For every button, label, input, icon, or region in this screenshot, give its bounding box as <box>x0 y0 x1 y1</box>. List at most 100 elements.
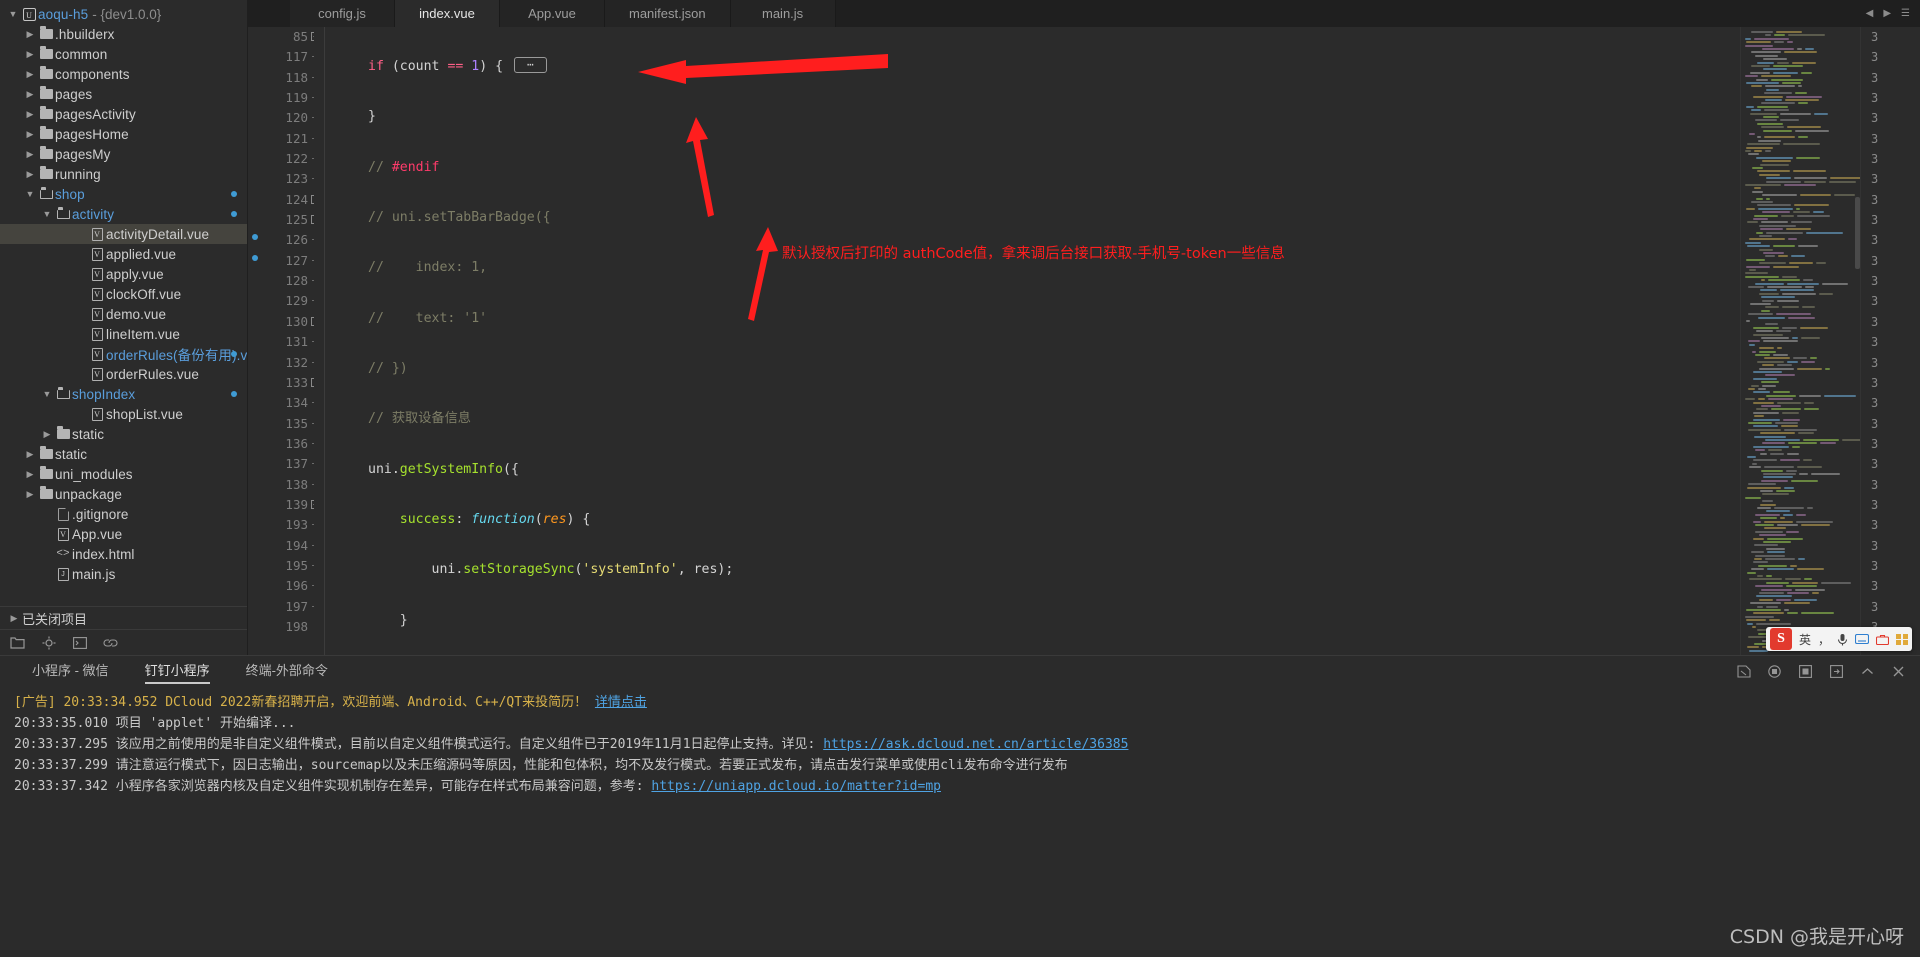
editor-tab-config-js[interactable]: config.js <box>290 0 395 27</box>
chevron-right-icon[interactable]: ▶ <box>23 69 37 80</box>
chevron-right-icon[interactable]: ▶ <box>23 109 37 120</box>
tree-item-orderrules.vue[interactable]: VorderRules(备份有用).vue <box>0 344 247 364</box>
tree-item-unpackage[interactable]: ▶ unpackage <box>0 484 247 504</box>
chevron-right-icon[interactable]: ▶ <box>23 49 37 60</box>
chevron-right-icon[interactable]: ▶ <box>23 469 37 480</box>
editor-tab-App-vue[interactable]: App.vue <box>500 0 605 27</box>
console-tab-0[interactable]: 小程序 - 微信 <box>14 656 127 686</box>
menu-icon[interactable] <box>1896 633 1908 645</box>
chevron-right-icon[interactable]: ▶ <box>23 129 37 140</box>
chevron-right-icon[interactable]: ▶ <box>40 429 54 440</box>
chevron-right-icon[interactable]: ▶ <box>6 613 22 624</box>
tree-item-pageshome[interactable]: ▶ pagesHome <box>0 124 247 144</box>
tree-item-running[interactable]: ▶ running <box>0 164 247 184</box>
tree-item-demo.vue[interactable]: Vdemo.vue <box>0 304 247 324</box>
tree-item-applied.vue[interactable]: Vapplied.vue <box>0 244 247 264</box>
chevron-down-icon[interactable]: ▼ <box>6 9 20 19</box>
tree-item-activitydetail.vue[interactable]: VactivityDetail.vue <box>0 224 247 244</box>
sogou-logo-icon[interactable]: S <box>1769 628 1792 650</box>
tree-item-orderrules.vue[interactable]: VorderRules.vue <box>0 364 247 384</box>
tree-item-shopindex[interactable]: ▼ shopIndex <box>0 384 247 404</box>
code-minimap[interactable] <box>1740 27 1860 655</box>
minimap-line <box>1753 520 1761 523</box>
tree-item-pagesmy[interactable]: ▶ pagesMy <box>0 144 247 164</box>
tree-item-static[interactable]: ▶ static <box>0 424 247 444</box>
folder-icon <box>37 466 55 479</box>
tree-item-static[interactable]: ▶ static <box>0 444 247 464</box>
minimap-line <box>1762 194 1797 197</box>
tree-item-.gitignore[interactable]: .gitignore <box>0 504 247 524</box>
tree-item-shop[interactable]: ▼ shop <box>0 184 247 204</box>
toolbox-icon[interactable] <box>1876 634 1889 645</box>
file-explorer-icon[interactable] <box>10 635 25 650</box>
console-tab-1[interactable]: 钉钉小程序 <box>127 656 228 686</box>
minimap-scroll-thumb[interactable] <box>1855 197 1860 269</box>
editor-tab-manifest-json[interactable]: manifest.json <box>605 0 731 27</box>
breakpoint-marker[interactable] <box>252 234 258 240</box>
console-link[interactable]: https://ask.dcloud.net.cn/article/36385 <box>823 737 1128 752</box>
mic-icon[interactable] <box>1837 633 1848 646</box>
chevron-down-icon[interactable]: ▼ <box>23 189 37 199</box>
editor-tab-index-vue[interactable]: index.vue <box>395 0 500 27</box>
console-tab-2[interactable]: 终端-外部命令 <box>228 656 346 686</box>
minimap-line <box>1757 170 1790 173</box>
tree-item-components[interactable]: ▶ components <box>0 64 247 84</box>
chevron-right-icon[interactable]: ▶ <box>23 149 37 160</box>
project-tree[interactable]: ▼ U aoqu-h5 - {dev1.0.0} ▶ .hbuilderx ▶ com… <box>0 0 247 606</box>
minimap-line <box>1801 524 1830 526</box>
minimap-line <box>1751 201 1773 203</box>
tree-item-index.html[interactable]: <> index.html <box>0 544 247 564</box>
close-icon[interactable] <box>1891 664 1906 679</box>
terminal-icon[interactable] <box>72 635 87 650</box>
tree-item-shoplist.vue[interactable]: VshopList.vue <box>0 404 247 424</box>
project-root-row[interactable]: ▼ U aoqu-h5 - {dev1.0.0} <box>0 4 247 24</box>
chevron-right-icon[interactable]: ▶ <box>23 449 37 460</box>
chevron-right-icon[interactable]: ▶ <box>23 489 37 500</box>
breakpoint-marker[interactable] <box>252 255 258 261</box>
punctuation-icon[interactable]: ， <box>1818 631 1830 648</box>
minimap-line <box>1790 564 1797 567</box>
tree-item-lineitem.vue[interactable]: VlineItem.vue <box>0 324 247 344</box>
folded-code-chip[interactable]: ⋯ <box>514 57 547 73</box>
chevron-right-icon[interactable]: ▶ <box>23 29 37 40</box>
tree-item-main.js[interactable]: Jmain.js <box>0 564 247 584</box>
keyboard-icon[interactable] <box>1855 634 1869 644</box>
tree-item-clockoff.vue[interactable]: VclockOff.vue <box>0 284 247 304</box>
console-log[interactable]: [广告] 20:33:34.952 DCloud 2022新春招聘开启，欢迎前端… <box>0 686 1920 957</box>
minimap-line <box>1762 493 1789 496</box>
code-editor[interactable]: 85+117118119120121122123124-125-12612712… <box>248 27 1920 655</box>
chevron-right-icon[interactable]: ▶ <box>23 169 37 180</box>
editor-tab-main-js[interactable]: main.js <box>730 0 836 27</box>
tree-item-uni_modules[interactable]: ▶ uni_modules <box>0 464 247 484</box>
link-icon[interactable] <box>103 635 118 650</box>
minimap-line <box>1756 78 1768 81</box>
clear-icon[interactable] <box>1736 664 1751 679</box>
tree-item-activity[interactable]: ▼ activity <box>0 204 247 224</box>
export-icon[interactable] <box>1829 664 1844 679</box>
square-icon[interactable] <box>1798 664 1813 679</box>
chinese-lang-icon[interactable]: 英 <box>1799 631 1811 648</box>
chevron-up-icon[interactable] <box>1860 664 1875 679</box>
closed-projects-row[interactable]: ▶ 已关闭项目 <box>0 606 247 629</box>
chevron-right-icon[interactable]: ▶ <box>23 89 37 100</box>
tree-item-pages[interactable]: ▶ pages <box>0 84 247 104</box>
tree-item-common[interactable]: ▶ common <box>0 44 247 64</box>
code-content[interactable]: if (count == 1) { ⋯ } // #endif // uni.s… <box>338 27 1740 655</box>
prev-tab-icon[interactable]: ◀ <box>1866 8 1874 19</box>
stop-icon[interactable] <box>1767 664 1782 679</box>
minimap-line <box>1760 432 1795 435</box>
minimap-line <box>1755 119 1777 122</box>
tree-item-app.vue[interactable]: V App.vue <box>0 524 247 544</box>
settings-icon[interactable] <box>41 635 56 650</box>
chevron-down-icon[interactable]: ▼ <box>40 389 54 399</box>
console-link[interactable]: 详情点击 <box>595 695 647 710</box>
chevron-down-icon[interactable]: ▼ <box>40 209 54 219</box>
console-link[interactable]: https://uniapp.dcloud.io/matter?id=mp <box>651 779 941 794</box>
tab-list-icon[interactable]: ☰ <box>1901 8 1910 19</box>
tree-item-.hbuilderx[interactable]: ▶ .hbuilderx <box>0 24 247 44</box>
tree-item-pagesactivity[interactable]: ▶ pagesActivity <box>0 104 247 124</box>
next-tab-icon[interactable]: ▶ <box>1883 8 1891 19</box>
ime-toolbar[interactable]: S 英 ， <box>1765 627 1912 651</box>
minimap-line <box>1751 568 1764 571</box>
tree-item-apply.vue[interactable]: Vapply.vue <box>0 264 247 284</box>
